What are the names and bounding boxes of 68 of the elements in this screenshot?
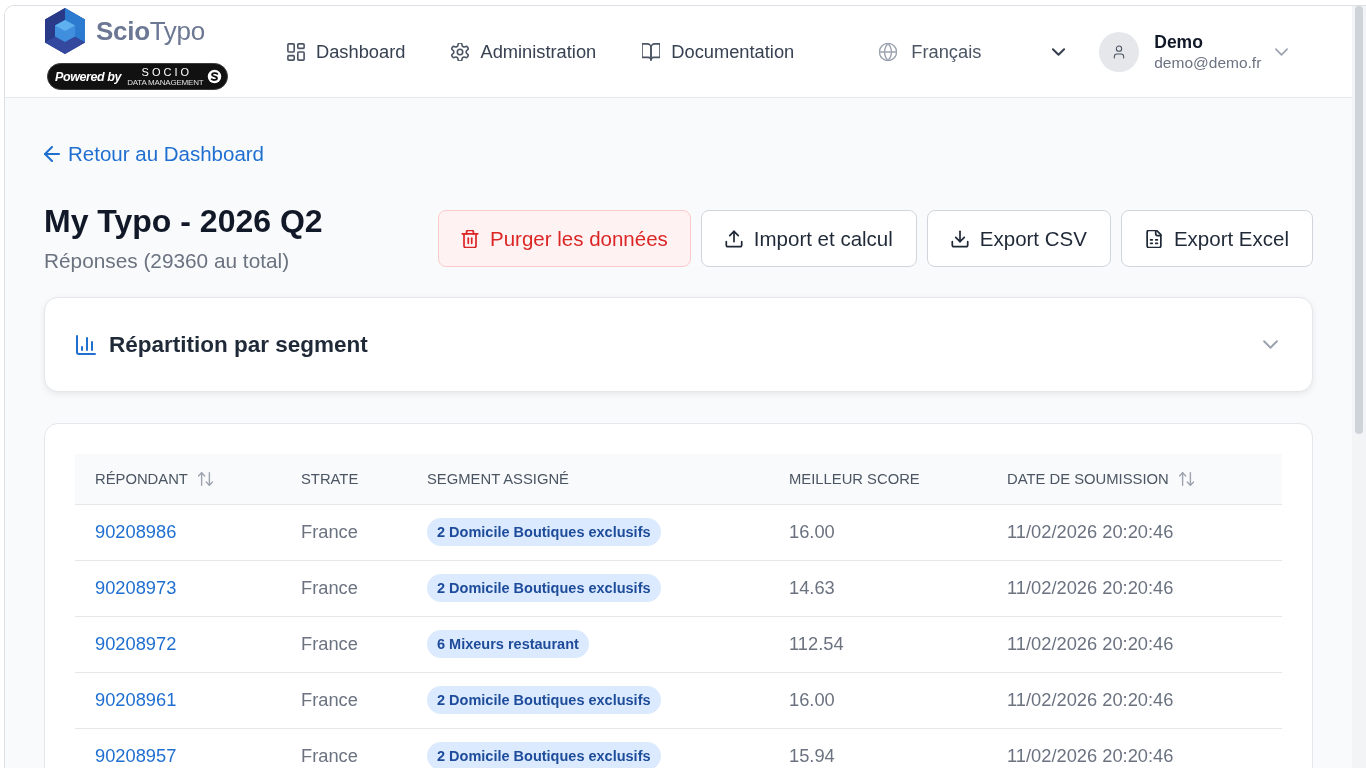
- score-cell: 112.54: [789, 633, 844, 654]
- dashboard-grid-icon: [287, 42, 305, 61]
- export-csv-button[interactable]: Export CSV: [926, 210, 1111, 267]
- nav-link[interactable]: Documentation: [642, 40, 795, 63]
- column-header: STRATE: [301, 470, 359, 487]
- segment-badge: 2 Domicile Boutiques exclusifs: [427, 686, 661, 714]
- date-cell: 11/02/2026 20:20:46: [1007, 689, 1174, 710]
- purge-button[interactable]: Purger les données: [438, 210, 691, 267]
- strata-cell: France: [301, 745, 358, 766]
- score-cell: 16.00: [789, 689, 835, 710]
- date-cell: 11/02/2026 20:20:46: [1007, 745, 1174, 766]
- score-cell: 16.00: [789, 521, 835, 542]
- score-cell: 15.94: [789, 745, 835, 766]
- logo-text: ScioTypo: [96, 16, 205, 46]
- trash-icon: [461, 229, 479, 248]
- powered-by-text: Powered by: [55, 69, 122, 84]
- book-icon: [642, 42, 661, 61]
- chevron-down-icon: [1052, 47, 1066, 56]
- partner-tagline: DATA MANAGEMENT: [127, 77, 204, 87]
- page-title: My Typo - 2026 Q2: [44, 203, 323, 239]
- date-cell: 11/02/2026 20:20:46: [1007, 521, 1174, 542]
- user-name: Demo: [1154, 30, 1204, 53]
- segment-badge: 2 Domicile Boutiques exclusifs: [427, 574, 661, 602]
- page-subtitle: Réponses (29360 au total): [44, 248, 291, 274]
- partner-logo-text: SOCIO: [141, 66, 193, 78]
- respondent-link[interactable]: 90208986: [95, 521, 177, 542]
- segment-badge: 2 Domicile Boutiques exclusifs: [427, 742, 661, 768]
- spreadsheet-icon: [1144, 229, 1163, 248]
- segment-badge: 6 Mixeurs restaurant: [427, 630, 589, 658]
- logo-icon: [45, 8, 85, 54]
- strata-cell: France: [301, 633, 358, 654]
- chevron-down-icon[interactable]: [1263, 340, 1278, 349]
- scrollbar-thumb[interactable]: [1355, 6, 1363, 434]
- strata-cell: France: [301, 689, 358, 710]
- segment-badge: 2 Domicile Boutiques exclusifs: [427, 518, 661, 546]
- column-header: MEILLEUR SCORE: [789, 470, 920, 487]
- score-cell: 14.63: [789, 577, 835, 598]
- download-icon: [950, 229, 969, 248]
- settings-icon: [451, 42, 470, 61]
- sort-icon: [197, 471, 213, 486]
- scrollbar[interactable]: [1352, 6, 1366, 768]
- back-link[interactable]: Retour au Dashboard: [44, 141, 264, 166]
- strata-cell: France: [301, 577, 358, 598]
- partner-logo-icon: [207, 69, 223, 84]
- sort-icon: [1178, 471, 1194, 486]
- column-header: SEGMENT ASSIGNÉ: [427, 470, 569, 487]
- upload-icon: [724, 229, 743, 248]
- bar-chart-icon: [76, 334, 96, 355]
- panel-title: Répartition par segment: [109, 331, 368, 358]
- respondent-link[interactable]: 90208973: [95, 577, 177, 598]
- respondent-link[interactable]: 90208961: [95, 689, 177, 710]
- globe-icon: [879, 42, 898, 61]
- column-header[interactable]: RÉPONDANT: [95, 470, 213, 487]
- user-email: demo@demo.fr: [1154, 52, 1263, 73]
- nav-link[interactable]: Administration: [451, 40, 597, 63]
- date-cell: 11/02/2026 20:20:46: [1007, 633, 1174, 654]
- avatar-icon[interactable]: [1099, 31, 1140, 72]
- export-excel-button[interactable]: Export Excel: [1120, 210, 1313, 267]
- date-cell: 11/02/2026 20:20:46: [1007, 577, 1174, 598]
- nav-link[interactable]: Dashboard: [287, 40, 406, 63]
- accordion-panel[interactable]: Répartition par segment: [44, 297, 1313, 392]
- import-button[interactable]: Import et calcul: [700, 210, 917, 267]
- language-select[interactable]: Français: [879, 40, 1066, 63]
- respondent-link[interactable]: 90208957: [95, 745, 177, 766]
- strata-cell: France: [301, 521, 358, 542]
- column-header[interactable]: DATE DE SOUMISSION: [1007, 470, 1194, 487]
- chevron-down-icon[interactable]: [1275, 47, 1289, 56]
- respondent-link[interactable]: 90208972: [95, 633, 177, 654]
